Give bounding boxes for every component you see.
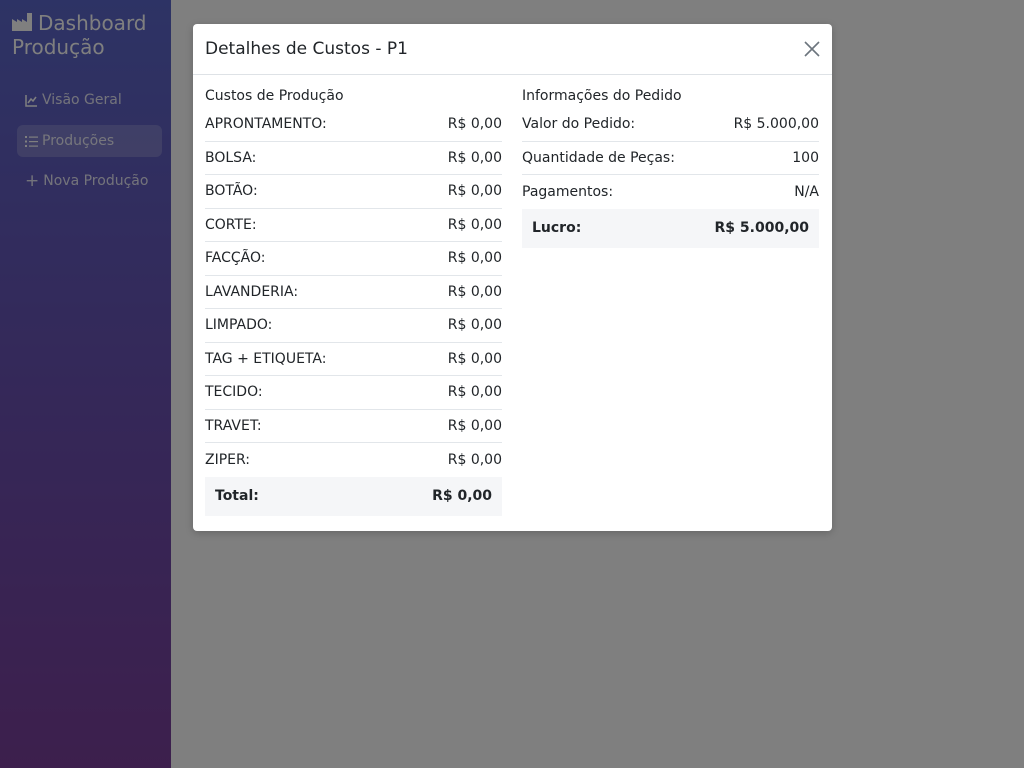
cost-row: BOLSA: R$ 0,00 <box>205 142 502 175</box>
cost-label: APRONTAMENTO: <box>205 116 327 133</box>
order-row: Valor do Pedido: R$ 5.000,00 <box>522 108 819 142</box>
production-costs-section: Custos de Produção APRONTAMENTO: R$ 0,00 … <box>205 87 502 516</box>
profit-row: Lucro: R$ 5.000,00 <box>522 208 819 248</box>
cost-row: APRONTAMENTO: R$ 0,00 <box>205 108 502 142</box>
cost-value: R$ 0,00 <box>447 250 502 267</box>
cost-value: R$ 0,00 <box>447 417 502 434</box>
cost-row: BOTÃO: R$ 0,00 <box>205 175 502 209</box>
cost-label: BOTÃO: <box>205 183 258 200</box>
cost-row: TECIDO: R$ 0,00 <box>205 376 502 410</box>
cost-label: FACÇÃO: <box>205 250 266 267</box>
cost-value: R$ 0,00 <box>447 149 502 166</box>
cost-label: TECIDO: <box>205 384 263 401</box>
cost-details-modal: Detalhes de Custos - P1 Custos de Produç… <box>193 24 832 531</box>
cost-row: FACÇÃO: R$ 0,00 <box>205 242 502 276</box>
close-icon <box>804 41 820 57</box>
total-value: R$ 0,00 <box>432 488 492 504</box>
cost-row: TAG + ETIQUETA: R$ 0,00 <box>205 343 502 376</box>
profit-label: Lucro: <box>532 220 582 236</box>
cost-value: R$ 0,00 <box>447 317 502 334</box>
cost-value: R$ 0,00 <box>447 283 502 300</box>
cost-label: CORTE: <box>205 216 257 233</box>
order-value: R$ 5.000,00 <box>733 116 819 133</box>
cost-row: ZIPER: R$ 0,00 <box>205 443 502 477</box>
total-label: Total: <box>215 488 259 504</box>
cost-label: ZIPER: <box>205 451 251 468</box>
order-row: Pagamentos: N/A <box>522 175 819 209</box>
cost-label: TAG + ETIQUETA: <box>205 350 327 367</box>
cost-value: R$ 0,00 <box>447 451 502 468</box>
cost-value: R$ 0,00 <box>447 384 502 401</box>
total-row: Total: R$ 0,00 <box>205 476 502 516</box>
order-label: Valor do Pedido: <box>522 116 636 133</box>
cost-row: LIMPADO: R$ 0,00 <box>205 309 502 343</box>
cost-value: R$ 0,00 <box>447 183 502 200</box>
section-title: Custos de Produção <box>205 88 344 104</box>
order-info-section: Informações do Pedido Valor do Pedido: R$… <box>522 87 819 248</box>
close-button[interactable] <box>802 39 822 59</box>
cost-value: R$ 0,00 <box>447 216 502 233</box>
order-value: 100 <box>792 149 819 166</box>
cost-row: LAVANDERIA: R$ 0,00 <box>205 276 502 309</box>
profit-value: R$ 5.000,00 <box>714 220 809 236</box>
modal-header: Detalhes de Custos - P1 <box>193 24 832 75</box>
order-row: Quantidade de Peças: 100 <box>522 142 819 175</box>
order-label: Pagamentos: <box>522 183 614 200</box>
modal-title: Detalhes de Custos - P1 <box>205 39 408 59</box>
cost-label: LAVANDERIA: <box>205 283 299 300</box>
order-value: N/A <box>794 183 819 200</box>
cost-label: TRAVET: <box>205 417 262 434</box>
cost-row: CORTE: R$ 0,00 <box>205 209 502 242</box>
cost-label: LIMPADO: <box>205 317 273 334</box>
cost-label: BOLSA: <box>205 149 257 166</box>
cost-value: R$ 0,00 <box>447 116 502 133</box>
cost-row: TRAVET: R$ 0,00 <box>205 410 502 443</box>
order-label: Quantidade de Peças: <box>522 149 675 166</box>
section-title: Informações do Pedido <box>522 88 682 104</box>
cost-value: R$ 0,00 <box>447 350 502 367</box>
